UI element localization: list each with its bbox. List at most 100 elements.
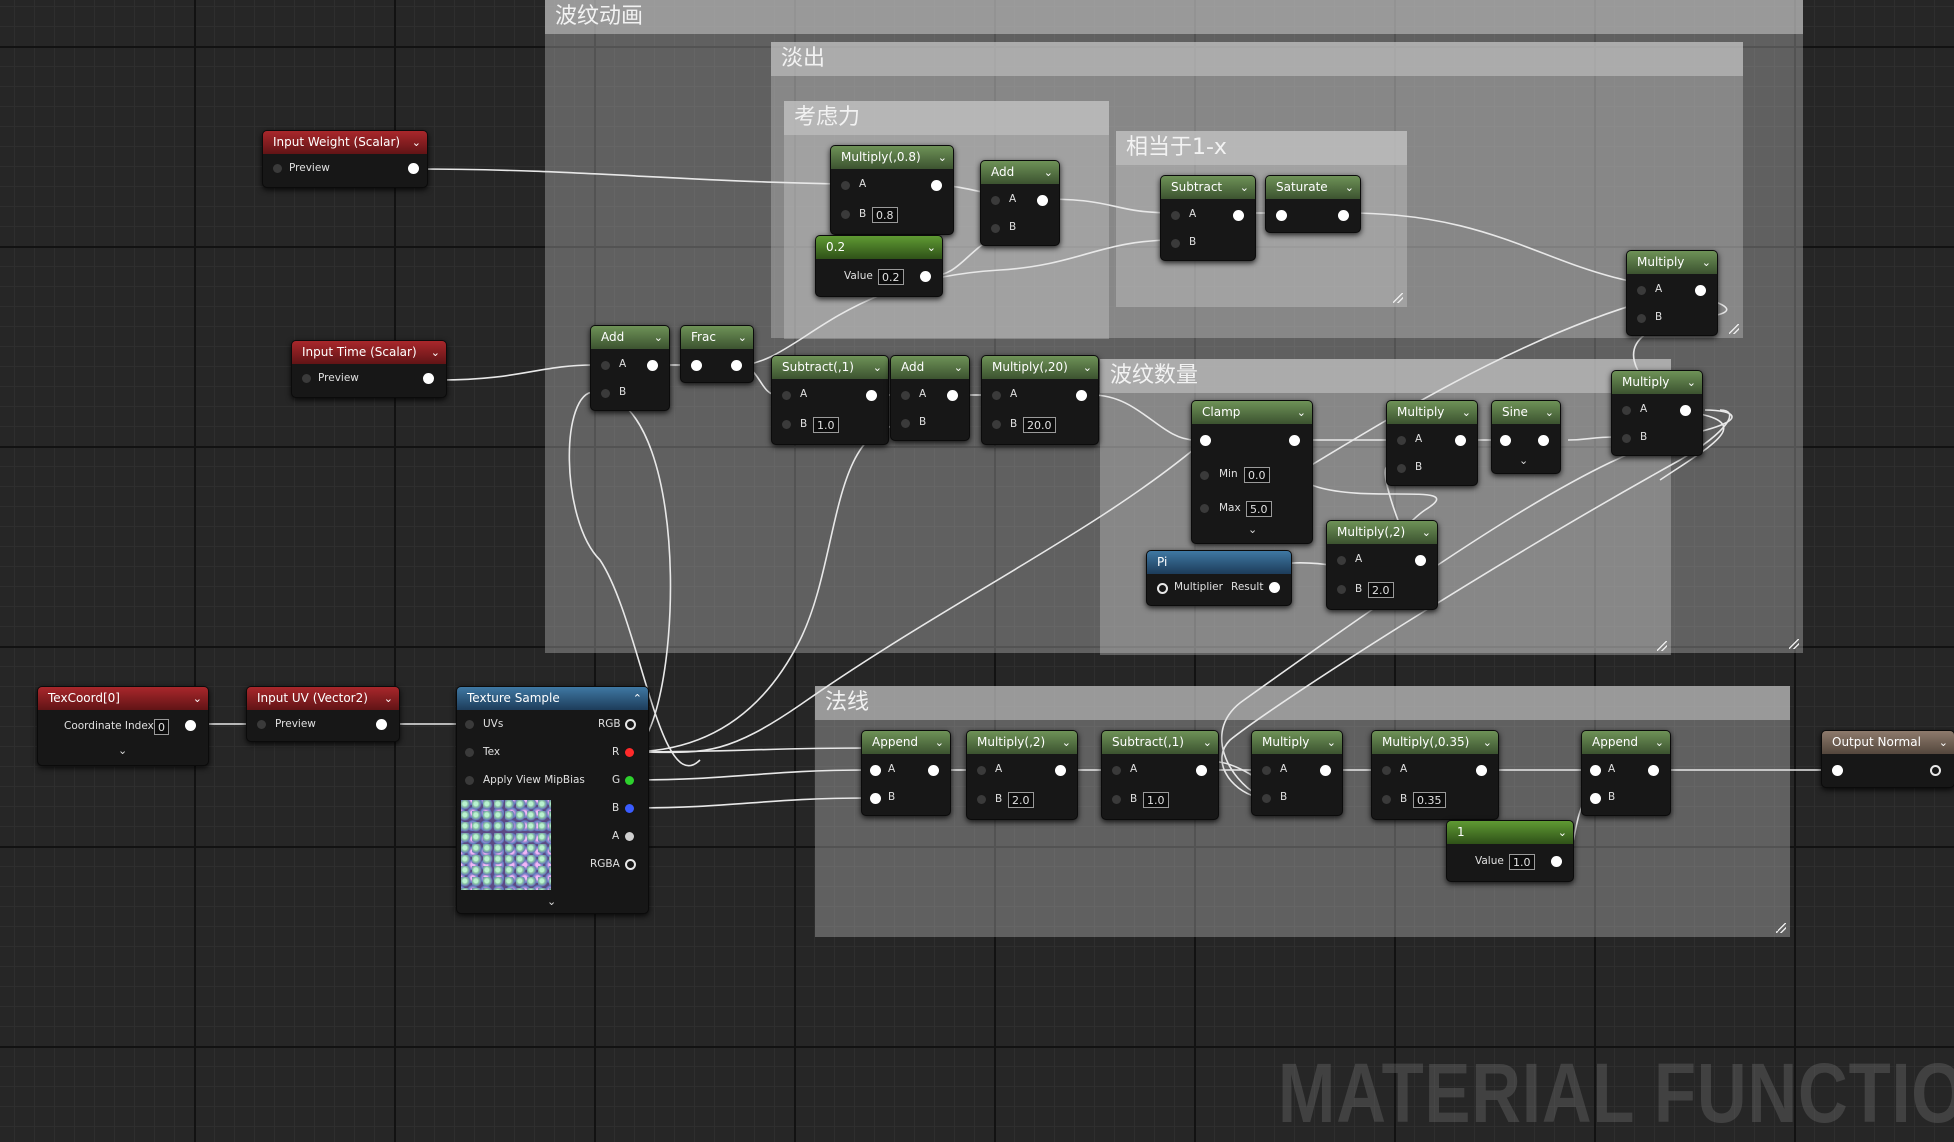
node-pi[interactable]: Pi Multiplier Result	[1146, 550, 1292, 606]
value-field[interactable]: 1.0	[1509, 854, 1535, 870]
expand-chevron-icon[interactable]: ⌄	[1519, 454, 1528, 467]
chevron-down-icon[interactable]: ⌄	[1687, 371, 1696, 394]
output-pin[interactable]	[1338, 210, 1349, 221]
chevron-down-icon[interactable]: ⌄	[412, 131, 421, 154]
node-constant-0-2[interactable]: 0.2 ⌄ Value 0.2	[815, 235, 943, 297]
output-pin[interactable]	[625, 832, 634, 841]
output-pin[interactable]	[423, 373, 434, 384]
value-field[interactable]: 2.0	[1368, 582, 1394, 598]
output-pin[interactable]	[920, 271, 931, 282]
input-pin[interactable]	[1622, 434, 1631, 443]
chevron-down-icon[interactable]: ⌄	[193, 687, 202, 710]
node-multiply-2-normal[interactable]: Multiply(,2) ⌄ A B 2.0	[966, 730, 1078, 820]
output-pin[interactable]	[625, 859, 636, 870]
input-pin[interactable]	[1337, 585, 1346, 594]
input-pin[interactable]	[991, 196, 1000, 205]
node-subtract[interactable]: Subtract ⌄ A B	[1160, 175, 1256, 261]
input-pin[interactable]	[1382, 766, 1391, 775]
output-pin[interactable]	[1037, 195, 1048, 206]
input-pin[interactable]	[1200, 435, 1211, 446]
input-pin[interactable]	[1832, 765, 1843, 776]
input-pin[interactable]	[1200, 504, 1209, 513]
input-pin[interactable]	[1590, 765, 1601, 776]
input-pin[interactable]	[1112, 766, 1121, 775]
chevron-down-icon[interactable]: ⌄	[1240, 176, 1249, 199]
value-field[interactable]: 1.0	[1143, 792, 1169, 808]
chevron-down-icon[interactable]: ⌄	[1545, 401, 1554, 424]
output-pin[interactable]	[408, 163, 419, 174]
node-multiply-2-rc[interactable]: Multiply(,2) ⌄ A B 2.0	[1326, 520, 1438, 610]
node-header[interactable]: Append ⌄	[1582, 731, 1670, 754]
chevron-down-icon[interactable]: ⌄	[954, 356, 963, 379]
node-header[interactable]: Subtract ⌄	[1161, 176, 1255, 199]
node-input-weight[interactable]: Input Weight (Scalar) ⌄ Preview	[262, 130, 428, 188]
output-pin[interactable]	[947, 390, 958, 401]
node-multiply-20[interactable]: Multiply(,20) ⌄ A B 20.0	[981, 355, 1099, 445]
node-multiply-0-8[interactable]: Multiply(,0.8) ⌄ A B 0.8	[830, 145, 954, 235]
output-pin[interactable]	[731, 360, 742, 371]
output-pin[interactable]	[625, 719, 636, 730]
input-pin[interactable]	[601, 361, 610, 370]
output-pin[interactable]	[1455, 435, 1466, 446]
node-header[interactable]: Multiply ⌄	[1252, 731, 1342, 754]
node-header[interactable]: Subtract(,1) ⌄	[772, 356, 888, 379]
input-pin[interactable]	[1157, 583, 1168, 594]
value-field[interactable]: 5.0	[1246, 501, 1272, 517]
input-pin[interactable]	[302, 374, 311, 383]
node-header[interactable]: Multiply(,20) ⌄	[982, 356, 1098, 379]
chevron-down-icon[interactable]: ⌄	[873, 356, 882, 379]
output-pin[interactable]	[1930, 765, 1941, 776]
node-header[interactable]: Pi	[1147, 551, 1291, 574]
node-header[interactable]: Multiply(,0.8) ⌄	[831, 146, 953, 169]
node-header[interactable]: Frac ⌄	[681, 326, 753, 349]
chevron-down-icon[interactable]: ⌄	[1062, 731, 1071, 754]
node-header[interactable]: Add ⌄	[981, 161, 1059, 184]
input-pin[interactable]	[1500, 435, 1511, 446]
output-pin[interactable]	[625, 776, 634, 785]
chevron-down-icon[interactable]: ⌄	[738, 326, 747, 349]
node-header[interactable]: Add ⌄	[891, 356, 969, 379]
expand-chevron-icon[interactable]: ⌄	[547, 895, 556, 908]
input-pin[interactable]	[841, 181, 850, 190]
node-multiply-rc2[interactable]: Multiply ⌄ A B	[1611, 370, 1703, 456]
input-pin[interactable]	[782, 391, 791, 400]
chevron-down-icon[interactable]: ⌄	[1203, 731, 1212, 754]
output-pin[interactable]	[1076, 390, 1087, 401]
chevron-down-icon[interactable]: ⌄	[1939, 731, 1948, 754]
node-input-uv[interactable]: Input UV (Vector2) ⌄ Preview	[246, 686, 400, 742]
output-pin[interactable]	[185, 720, 196, 731]
node-frac[interactable]: Frac ⌄	[680, 325, 754, 383]
node-header[interactable]: TexCoord[0] ⌄	[38, 687, 208, 710]
input-pin[interactable]	[992, 420, 1001, 429]
value-field[interactable]: 1.0	[813, 417, 839, 433]
output-pin[interactable]	[1233, 210, 1244, 221]
input-pin[interactable]	[1262, 794, 1271, 803]
input-pin[interactable]	[870, 793, 881, 804]
node-add-force[interactable]: Add ⌄ A B	[980, 160, 1060, 246]
input-pin[interactable]	[1637, 314, 1646, 323]
input-pin[interactable]	[601, 389, 610, 398]
value-field[interactable]: 0.8	[872, 207, 898, 223]
output-pin[interactable]	[1680, 405, 1691, 416]
input-pin[interactable]	[1637, 286, 1646, 295]
node-header[interactable]: Texture Sample ⌃	[457, 687, 648, 710]
input-pin[interactable]	[465, 748, 474, 757]
input-pin[interactable]	[1397, 436, 1406, 445]
node-append-2[interactable]: Append ⌄ A B	[1581, 730, 1671, 816]
value-field[interactable]: 2.0	[1008, 792, 1034, 808]
node-subtract-1-normal[interactable]: Subtract(,1) ⌄ A B 1.0	[1101, 730, 1219, 820]
input-pin[interactable]	[691, 360, 702, 371]
node-input-time[interactable]: Input Time (Scalar) ⌄ Preview	[291, 340, 447, 398]
chevron-down-icon[interactable]: ⌄	[938, 146, 947, 169]
node-header[interactable]: Add ⌄	[591, 326, 669, 349]
value-field[interactable]: 0.35	[1413, 792, 1446, 808]
output-pin[interactable]	[931, 180, 942, 191]
node-header[interactable]: 0.2 ⌄	[816, 236, 942, 259]
node-header[interactable]: Subtract(,1) ⌄	[1102, 731, 1218, 754]
node-header[interactable]: Multiply ⌄	[1627, 251, 1717, 274]
input-pin[interactable]	[273, 164, 282, 173]
input-pin[interactable]	[1622, 406, 1631, 415]
node-header[interactable]: Multiply ⌄	[1387, 401, 1477, 424]
node-saturate[interactable]: Saturate ⌄	[1265, 175, 1361, 233]
input-pin[interactable]	[901, 391, 910, 400]
